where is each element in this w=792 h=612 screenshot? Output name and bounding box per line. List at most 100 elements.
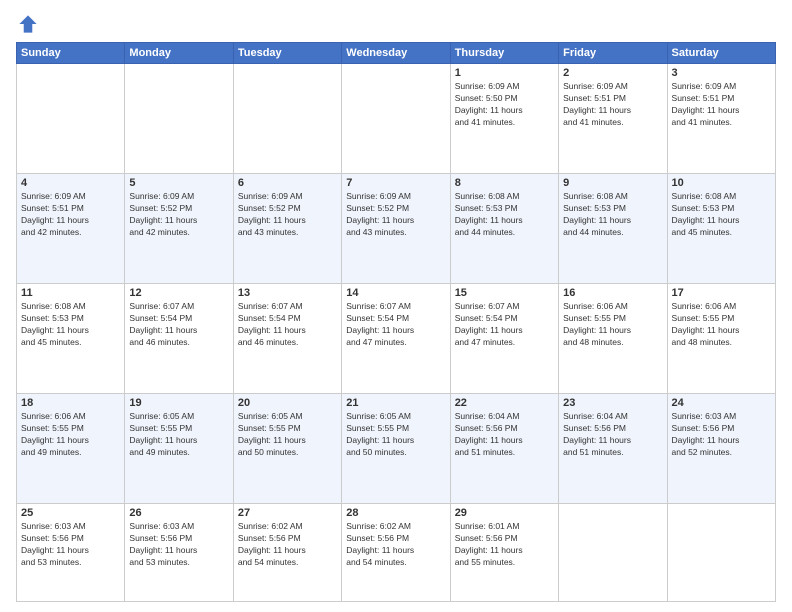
day-info: Sunrise: 6:09 AMSunset: 5:52 PMDaylight:… xyxy=(346,191,445,239)
week-row-1: 4Sunrise: 6:09 AMSunset: 5:51 PMDaylight… xyxy=(17,174,776,284)
day-number: 14 xyxy=(346,287,445,299)
day-info: Sunrise: 6:08 AMSunset: 5:53 PMDaylight:… xyxy=(672,191,771,239)
day-number: 25 xyxy=(21,507,120,519)
calendar-cell xyxy=(559,504,667,602)
day-number: 17 xyxy=(672,287,771,299)
day-number: 27 xyxy=(238,507,337,519)
calendar-cell: 10 Sunrise: 6:08 AMSunset: 5:53 PMDayligh… xyxy=(667,174,775,284)
day-info: Sunrise: 6:08 AMSunset: 5:53 PMDaylight:… xyxy=(563,191,662,239)
day-info: Sunrise: 6:03 AMSunset: 5:56 PMDaylight:… xyxy=(672,411,771,459)
day-number: 16 xyxy=(563,287,662,299)
calendar-cell: 4Sunrise: 6:09 AMSunset: 5:51 PMDaylight… xyxy=(17,174,125,284)
day-info: Sunrise: 6:08 AMSunset: 5:53 PMDaylight:… xyxy=(455,191,554,239)
calendar-cell xyxy=(667,504,775,602)
day-number: 23 xyxy=(563,397,662,409)
header-cell-saturday: Saturday xyxy=(667,43,775,64)
day-info: Sunrise: 6:07 AMSunset: 5:54 PMDaylight:… xyxy=(455,301,554,349)
day-number: 1 xyxy=(455,67,554,79)
day-info: Sunrise: 6:09 AMSunset: 5:52 PMDaylight:… xyxy=(238,191,337,239)
day-info: Sunrise: 6:05 AMSunset: 5:55 PMDaylight:… xyxy=(129,411,228,459)
calendar-cell: 9 Sunrise: 6:08 AMSunset: 5:53 PMDaylight… xyxy=(559,174,667,284)
day-info: Sunrise: 6:09 AMSunset: 5:51 PMDaylight:… xyxy=(672,81,771,129)
calendar-cell: 11 Sunrise: 6:08 AMSunset: 5:53 PMDayligh… xyxy=(17,284,125,394)
day-info: Sunrise: 6:06 AMSunset: 5:55 PMDaylight:… xyxy=(563,301,662,349)
day-info: Sunrise: 6:04 AMSunset: 5:56 PMDaylight:… xyxy=(563,411,662,459)
day-number: 13 xyxy=(238,287,337,299)
calendar-cell: 27 Sunrise: 6:02 AMSunset: 5:56 PMDayligh… xyxy=(233,504,341,602)
calendar-cell: 21 Sunrise: 6:05 AMSunset: 5:55 PMDayligh… xyxy=(342,394,450,504)
week-row-0: 1 Sunrise: 6:09 AMSunset: 5:50 PMDaylight… xyxy=(17,64,776,174)
day-info: Sunrise: 6:02 AMSunset: 5:56 PMDaylight:… xyxy=(346,521,445,569)
header xyxy=(16,12,776,36)
day-number: 26 xyxy=(129,507,228,519)
day-number: 5 xyxy=(129,177,228,189)
day-number: 12 xyxy=(129,287,228,299)
header-cell-wednesday: Wednesday xyxy=(342,43,450,64)
logo-icon xyxy=(16,12,40,36)
day-number: 9 xyxy=(563,177,662,189)
calendar: SundayMondayTuesdayWednesdayThursdayFrid… xyxy=(16,42,776,602)
day-number: 10 xyxy=(672,177,771,189)
calendar-cell: 26 Sunrise: 6:03 AMSunset: 5:56 PMDayligh… xyxy=(125,504,233,602)
calendar-cell: 12Sunrise: 6:07 AMSunset: 5:54 PMDayligh… xyxy=(125,284,233,394)
day-number: 7 xyxy=(346,177,445,189)
day-info: Sunrise: 6:07 AMSunset: 5:54 PMDaylight:… xyxy=(238,301,337,349)
header-row: SundayMondayTuesdayWednesdayThursdayFrid… xyxy=(17,43,776,64)
header-cell-friday: Friday xyxy=(559,43,667,64)
header-cell-thursday: Thursday xyxy=(450,43,558,64)
calendar-cell: 1 Sunrise: 6:09 AMSunset: 5:50 PMDaylight… xyxy=(450,64,558,174)
calendar-cell: 6Sunrise: 6:09 AMSunset: 5:52 PMDaylight… xyxy=(233,174,341,284)
day-number: 20 xyxy=(238,397,337,409)
calendar-cell: 2 Sunrise: 6:09 AMSunset: 5:51 PMDaylight… xyxy=(559,64,667,174)
calendar-cell: 17Sunrise: 6:06 AMSunset: 5:55 PMDayligh… xyxy=(667,284,775,394)
header-cell-sunday: Sunday xyxy=(17,43,125,64)
calendar-cell xyxy=(342,64,450,174)
header-cell-monday: Monday xyxy=(125,43,233,64)
day-number: 3 xyxy=(672,67,771,79)
day-info: Sunrise: 6:06 AMSunset: 5:55 PMDaylight:… xyxy=(21,411,120,459)
day-number: 8 xyxy=(455,177,554,189)
day-info: Sunrise: 6:09 AMSunset: 5:51 PMDaylight:… xyxy=(563,81,662,129)
day-number: 2 xyxy=(563,67,662,79)
calendar-cell: 29 Sunrise: 6:01 AMSunset: 5:56 PMDayligh… xyxy=(450,504,558,602)
calendar-cell xyxy=(17,64,125,174)
day-number: 18 xyxy=(21,397,120,409)
calendar-cell: 13 Sunrise: 6:07 AMSunset: 5:54 PMDayligh… xyxy=(233,284,341,394)
day-info: Sunrise: 6:04 AMSunset: 5:56 PMDaylight:… xyxy=(455,411,554,459)
day-info: Sunrise: 6:03 AMSunset: 5:56 PMDaylight:… xyxy=(21,521,120,569)
day-number: 21 xyxy=(346,397,445,409)
day-info: Sunrise: 6:01 AMSunset: 5:56 PMDaylight:… xyxy=(455,521,554,569)
page: SundayMondayTuesdayWednesdayThursdayFrid… xyxy=(0,0,792,612)
day-info: Sunrise: 6:09 AMSunset: 5:52 PMDaylight:… xyxy=(129,191,228,239)
day-info: Sunrise: 6:02 AMSunset: 5:56 PMDaylight:… xyxy=(238,521,337,569)
day-number: 19 xyxy=(129,397,228,409)
calendar-cell: 7 Sunrise: 6:09 AMSunset: 5:52 PMDaylight… xyxy=(342,174,450,284)
day-number: 29 xyxy=(455,507,554,519)
calendar-cell: 18 Sunrise: 6:06 AMSunset: 5:55 PMDayligh… xyxy=(17,394,125,504)
week-row-2: 11 Sunrise: 6:08 AMSunset: 5:53 PMDayligh… xyxy=(17,284,776,394)
calendar-cell: 15 Sunrise: 6:07 AMSunset: 5:54 PMDayligh… xyxy=(450,284,558,394)
day-info: Sunrise: 6:09 AMSunset: 5:50 PMDaylight:… xyxy=(455,81,554,129)
calendar-body: 1 Sunrise: 6:09 AMSunset: 5:50 PMDaylight… xyxy=(17,64,776,602)
day-info: Sunrise: 6:05 AMSunset: 5:55 PMDaylight:… xyxy=(346,411,445,459)
calendar-cell: 28Sunrise: 6:02 AMSunset: 5:56 PMDayligh… xyxy=(342,504,450,602)
logo xyxy=(16,12,44,36)
week-row-4: 25 Sunrise: 6:03 AMSunset: 5:56 PMDayligh… xyxy=(17,504,776,602)
header-cell-tuesday: Tuesday xyxy=(233,43,341,64)
calendar-cell: 25 Sunrise: 6:03 AMSunset: 5:56 PMDayligh… xyxy=(17,504,125,602)
day-number: 11 xyxy=(21,287,120,299)
day-number: 4 xyxy=(21,177,120,189)
day-number: 22 xyxy=(455,397,554,409)
calendar-cell: 16 Sunrise: 6:06 AMSunset: 5:55 PMDayligh… xyxy=(559,284,667,394)
calendar-cell: 23 Sunrise: 6:04 AMSunset: 5:56 PMDayligh… xyxy=(559,394,667,504)
day-info: Sunrise: 6:08 AMSunset: 5:53 PMDaylight:… xyxy=(21,301,120,349)
day-number: 15 xyxy=(455,287,554,299)
calendar-cell: 22 Sunrise: 6:04 AMSunset: 5:56 PMDayligh… xyxy=(450,394,558,504)
calendar-cell: 8 Sunrise: 6:08 AMSunset: 5:53 PMDaylight… xyxy=(450,174,558,284)
calendar-header: SundayMondayTuesdayWednesdayThursdayFrid… xyxy=(17,43,776,64)
day-number: 24 xyxy=(672,397,771,409)
calendar-cell: 14 Sunrise: 6:07 AMSunset: 5:54 PMDayligh… xyxy=(342,284,450,394)
day-info: Sunrise: 6:03 AMSunset: 5:56 PMDaylight:… xyxy=(129,521,228,569)
day-info: Sunrise: 6:07 AMSunset: 5:54 PMDaylight:… xyxy=(346,301,445,349)
day-info: Sunrise: 6:05 AMSunset: 5:55 PMDaylight:… xyxy=(238,411,337,459)
